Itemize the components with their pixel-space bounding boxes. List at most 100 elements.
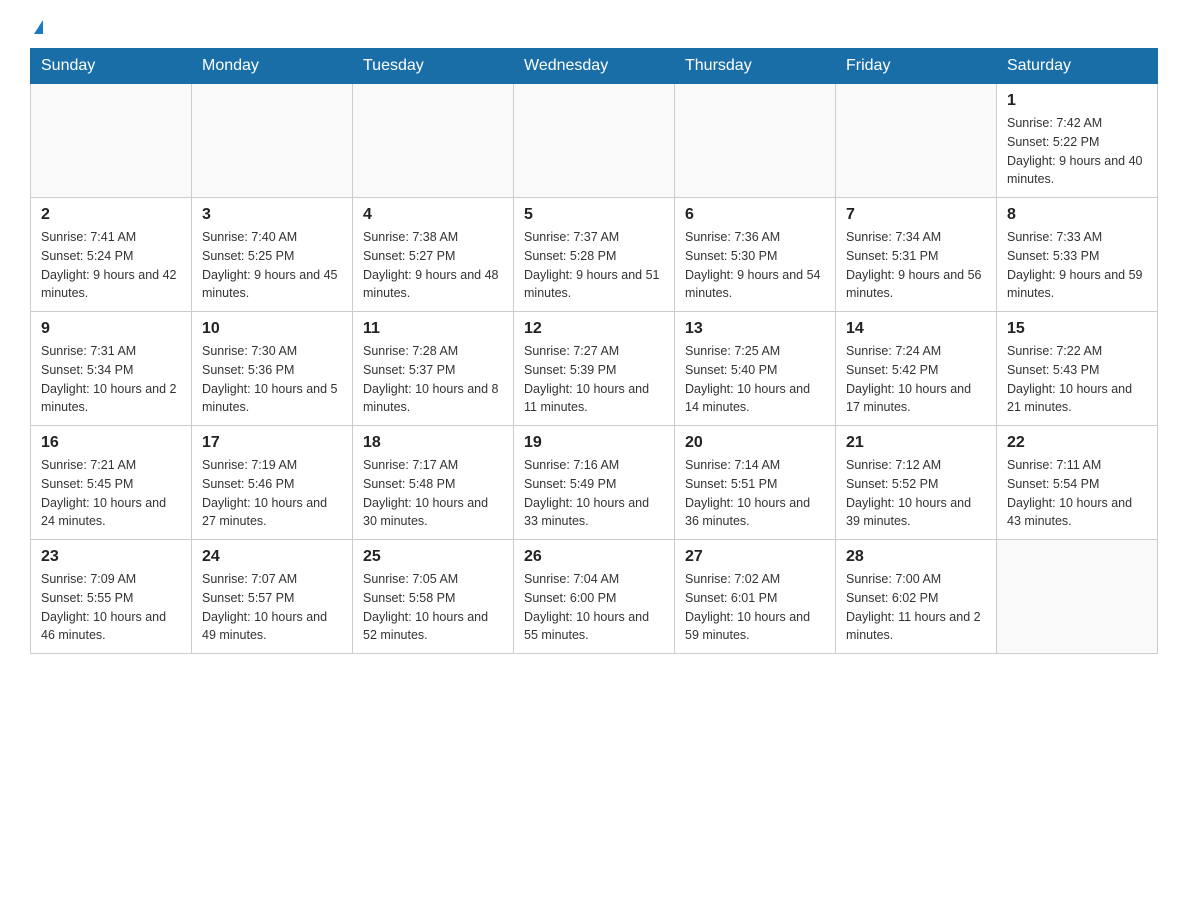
day-info: Sunrise: 7:27 AM Sunset: 5:39 PM Dayligh…: [524, 342, 664, 417]
logo-triangle-icon: [34, 20, 43, 34]
day-number: 13: [685, 320, 825, 338]
calendar-cell: 10Sunrise: 7:30 AM Sunset: 5:36 PM Dayli…: [192, 312, 353, 426]
weekday-header-monday: Monday: [192, 49, 353, 84]
day-info: Sunrise: 7:21 AM Sunset: 5:45 PM Dayligh…: [41, 456, 181, 531]
calendar-cell: 9 Sunrise: 7:31 AM Sunset: 5:34 PM Daylig…: [31, 312, 192, 426]
day-number: 19: [524, 434, 664, 452]
day-number: 20: [685, 434, 825, 452]
calendar-week-row: 2 Sunrise: 7:41 AM Sunset: 5:24 PM Daylig…: [31, 198, 1158, 312]
calendar-cell: 12 Sunrise: 7:27 AM Sunset: 5:39 PM Dayli…: [514, 312, 675, 426]
calendar-cell: 6 Sunrise: 7:36 AM Sunset: 5:30 PM Daylig…: [675, 198, 836, 312]
day-info: Sunrise: 7:41 AM Sunset: 5:24 PM Dayligh…: [41, 228, 181, 303]
day-info: Sunrise: 7:22 AM Sunset: 5:43 PM Dayligh…: [1007, 342, 1147, 417]
calendar-cell: 2 Sunrise: 7:41 AM Sunset: 5:24 PM Daylig…: [31, 198, 192, 312]
day-info: Sunrise: 7:33 AM Sunset: 5:33 PM Dayligh…: [1007, 228, 1147, 303]
calendar-cell: 8 Sunrise: 7:33 AM Sunset: 5:33 PM Daylig…: [997, 198, 1158, 312]
logo: [30, 20, 43, 38]
day-info: Sunrise: 7:37 AM Sunset: 5:28 PM Dayligh…: [524, 228, 664, 303]
calendar-cell: 26 Sunrise: 7:04 AM Sunset: 6:00 PM Dayli…: [514, 540, 675, 654]
calendar-cell: [192, 84, 353, 198]
calendar-cell: 1 Sunrise: 7:42 AM Sunset: 5:22 PM Daylig…: [997, 84, 1158, 198]
day-info: Sunrise: 7:07 AM Sunset: 5:57 PM Dayligh…: [202, 570, 342, 645]
weekday-header-sunday: Sunday: [31, 49, 192, 84]
day-info: Sunrise: 7:31 AM Sunset: 5:34 PM Dayligh…: [41, 342, 181, 417]
weekday-header-thursday: Thursday: [675, 49, 836, 84]
day-info: Sunrise: 7:36 AM Sunset: 5:30 PM Dayligh…: [685, 228, 825, 303]
calendar-cell: 21Sunrise: 7:12 AM Sunset: 5:52 PM Dayli…: [836, 426, 997, 540]
day-info: Sunrise: 7:24 AM Sunset: 5:42 PM Dayligh…: [846, 342, 986, 417]
calendar-cell: [31, 84, 192, 198]
day-info: Sunrise: 7:38 AM Sunset: 5:27 PM Dayligh…: [363, 228, 503, 303]
calendar-cell: [836, 84, 997, 198]
day-info: Sunrise: 7:16 AM Sunset: 5:49 PM Dayligh…: [524, 456, 664, 531]
day-number: 11: [363, 320, 503, 338]
day-info: Sunrise: 7:30 AM Sunset: 5:36 PM Dayligh…: [202, 342, 342, 417]
calendar-cell: 24Sunrise: 7:07 AM Sunset: 5:57 PM Dayli…: [192, 540, 353, 654]
day-info: Sunrise: 7:02 AM Sunset: 6:01 PM Dayligh…: [685, 570, 825, 645]
calendar-cell: [353, 84, 514, 198]
day-number: 6: [685, 206, 825, 224]
day-info: Sunrise: 7:14 AM Sunset: 5:51 PM Dayligh…: [685, 456, 825, 531]
day-number: 2: [41, 206, 181, 224]
day-number: 9: [41, 320, 181, 338]
day-number: 27: [685, 548, 825, 566]
calendar-cell: 13 Sunrise: 7:25 AM Sunset: 5:40 PM Dayli…: [675, 312, 836, 426]
calendar-cell: 27 Sunrise: 7:02 AM Sunset: 6:01 PM Dayli…: [675, 540, 836, 654]
day-number: 22: [1007, 434, 1147, 452]
calendar-cell: 19 Sunrise: 7:16 AM Sunset: 5:49 PM Dayli…: [514, 426, 675, 540]
day-number: 14: [846, 320, 986, 338]
weekday-header-row: SundayMondayTuesdayWednesdayThursdayFrid…: [31, 49, 1158, 84]
day-info: Sunrise: 7:40 AM Sunset: 5:25 PM Dayligh…: [202, 228, 342, 303]
calendar-cell: 16 Sunrise: 7:21 AM Sunset: 5:45 PM Dayli…: [31, 426, 192, 540]
day-info: Sunrise: 7:11 AM Sunset: 5:54 PM Dayligh…: [1007, 456, 1147, 531]
day-info: Sunrise: 7:42 AM Sunset: 5:22 PM Dayligh…: [1007, 114, 1147, 189]
day-number: 12: [524, 320, 664, 338]
calendar-table: SundayMondayTuesdayWednesdayThursdayFrid…: [30, 48, 1158, 654]
day-number: 15: [1007, 320, 1147, 338]
day-number: 7: [846, 206, 986, 224]
calendar-cell: [675, 84, 836, 198]
day-number: 28: [846, 548, 986, 566]
calendar-week-row: 16 Sunrise: 7:21 AM Sunset: 5:45 PM Dayli…: [31, 426, 1158, 540]
calendar-cell: 20 Sunrise: 7:14 AM Sunset: 5:51 PM Dayli…: [675, 426, 836, 540]
day-info: Sunrise: 7:04 AM Sunset: 6:00 PM Dayligh…: [524, 570, 664, 645]
calendar-cell: 22 Sunrise: 7:11 AM Sunset: 5:54 PM Dayli…: [997, 426, 1158, 540]
page-header: [30, 20, 1158, 38]
calendar-week-row: 9 Sunrise: 7:31 AM Sunset: 5:34 PM Daylig…: [31, 312, 1158, 426]
day-number: 1: [1007, 92, 1147, 110]
calendar-cell: 18 Sunrise: 7:17 AM Sunset: 5:48 PM Dayli…: [353, 426, 514, 540]
day-number: 3: [202, 206, 342, 224]
day-info: Sunrise: 7:09 AM Sunset: 5:55 PM Dayligh…: [41, 570, 181, 645]
day-info: Sunrise: 7:00 AM Sunset: 6:02 PM Dayligh…: [846, 570, 986, 645]
calendar-cell: [514, 84, 675, 198]
day-info: Sunrise: 7:17 AM Sunset: 5:48 PM Dayligh…: [363, 456, 503, 531]
day-number: 25: [363, 548, 503, 566]
calendar-cell: [997, 540, 1158, 654]
day-number: 16: [41, 434, 181, 452]
calendar-week-row: 23Sunrise: 7:09 AM Sunset: 5:55 PM Dayli…: [31, 540, 1158, 654]
day-number: 18: [363, 434, 503, 452]
day-info: Sunrise: 7:05 AM Sunset: 5:58 PM Dayligh…: [363, 570, 503, 645]
day-info: Sunrise: 7:19 AM Sunset: 5:46 PM Dayligh…: [202, 456, 342, 531]
weekday-header-friday: Friday: [836, 49, 997, 84]
calendar-cell: 15 Sunrise: 7:22 AM Sunset: 5:43 PM Dayli…: [997, 312, 1158, 426]
calendar-cell: 7Sunrise: 7:34 AM Sunset: 5:31 PM Daylig…: [836, 198, 997, 312]
day-info: Sunrise: 7:12 AM Sunset: 5:52 PM Dayligh…: [846, 456, 986, 531]
day-number: 26: [524, 548, 664, 566]
day-info: Sunrise: 7:25 AM Sunset: 5:40 PM Dayligh…: [685, 342, 825, 417]
calendar-cell: 5 Sunrise: 7:37 AM Sunset: 5:28 PM Daylig…: [514, 198, 675, 312]
day-number: 17: [202, 434, 342, 452]
calendar-week-row: 1 Sunrise: 7:42 AM Sunset: 5:22 PM Daylig…: [31, 84, 1158, 198]
weekday-header-tuesday: Tuesday: [353, 49, 514, 84]
day-number: 5: [524, 206, 664, 224]
calendar-cell: 17 Sunrise: 7:19 AM Sunset: 5:46 PM Dayli…: [192, 426, 353, 540]
calendar-cell: 14 Sunrise: 7:24 AM Sunset: 5:42 PM Dayli…: [836, 312, 997, 426]
calendar-cell: 4 Sunrise: 7:38 AM Sunset: 5:27 PM Daylig…: [353, 198, 514, 312]
calendar-cell: 28 Sunrise: 7:00 AM Sunset: 6:02 PM Dayli…: [836, 540, 997, 654]
day-info: Sunrise: 7:28 AM Sunset: 5:37 PM Dayligh…: [363, 342, 503, 417]
weekday-header-saturday: Saturday: [997, 49, 1158, 84]
day-number: 4: [363, 206, 503, 224]
day-number: 8: [1007, 206, 1147, 224]
calendar-cell: 23Sunrise: 7:09 AM Sunset: 5:55 PM Dayli…: [31, 540, 192, 654]
calendar-cell: 3 Sunrise: 7:40 AM Sunset: 5:25 PM Daylig…: [192, 198, 353, 312]
